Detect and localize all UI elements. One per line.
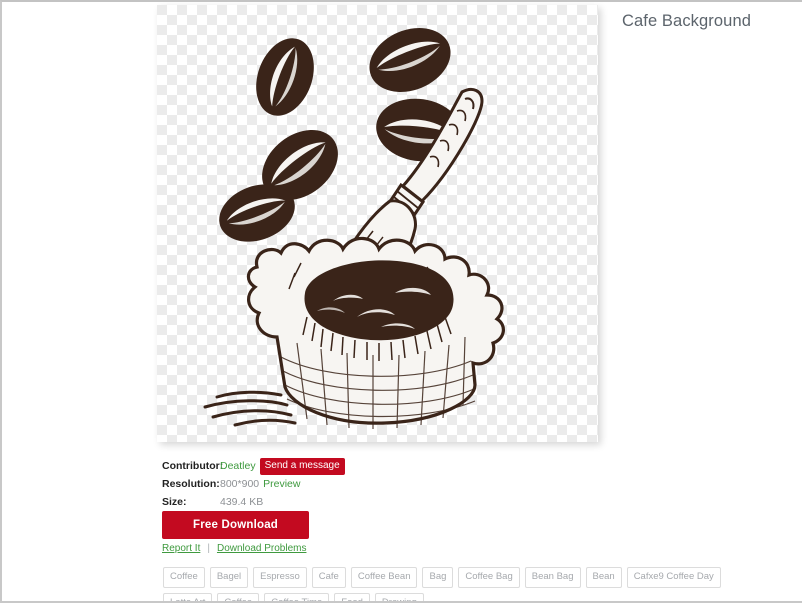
image-preview-panel[interactable]: [157, 5, 598, 442]
metadata-row-contributor: Contributor: Deatley Send a message: [162, 457, 582, 475]
tag-list: Coffee Bagel Espresso Cafe Coffee Bean B…: [163, 567, 763, 601]
resolution-text: 800*900: [220, 478, 260, 490]
tag-item[interactable]: Drawing: [374, 592, 424, 601]
report-it-link[interactable]: Report It: [162, 543, 200, 554]
size-value: 439.4 KB: [220, 496, 264, 508]
coffee-bean-group: [219, 28, 462, 242]
tag-item[interactable]: Food: [334, 592, 370, 601]
tag-item[interactable]: Coffee Time: [264, 592, 330, 601]
tag-item[interactable]: Bean: [585, 567, 622, 588]
link-separator: |: [207, 543, 210, 554]
tag-item[interactable]: Bag: [422, 567, 454, 588]
contributor-value: Deatley Send a message: [220, 457, 345, 475]
size-label: Size:: [162, 496, 187, 508]
resolution-label: Resolution:: [162, 478, 220, 490]
page-viewport: Cafe Background Contributor: Deatley Sen…: [0, 0, 802, 603]
tag-item[interactable]: Coffee Bag: [458, 567, 520, 588]
coffee-sack-illustration: [203, 28, 505, 429]
tag-item[interactable]: Cafe: [311, 567, 346, 588]
tag-item[interactable]: Coffee Bean: [350, 567, 418, 588]
page-title: Cafe Background: [622, 12, 751, 30]
tag-item[interactable]: Cafxe9 Coffee Day: [626, 567, 721, 588]
tag-item[interactable]: Coffee: [163, 567, 205, 588]
tag-item[interactable]: Espresso: [253, 567, 307, 588]
burlap-sack: [203, 236, 505, 429]
contributor-label: Contributor:: [162, 460, 224, 472]
contributor-link[interactable]: Deatley: [220, 460, 256, 472]
metadata-row-resolution: Resolution: 800*900 Preview: [162, 476, 582, 492]
tag-item[interactable]: Coffea: [217, 592, 260, 601]
download-problems-link[interactable]: Download Problems: [217, 543, 307, 554]
free-download-button[interactable]: Free Download: [162, 511, 309, 539]
image-metadata: Contributor: Deatley Send a message Reso…: [162, 457, 582, 512]
metadata-row-size: Size: 439.4 KB: [162, 494, 582, 510]
tag-item[interactable]: Bean Bag: [524, 567, 581, 588]
tag-item[interactable]: Latte Art: [163, 592, 213, 601]
send-message-badge[interactable]: Send a message: [259, 457, 345, 475]
tag-item[interactable]: Bagel: [209, 567, 249, 588]
resolution-value: 800*900 Preview: [220, 478, 300, 490]
secondary-links: Report It | Download Problems: [162, 543, 306, 554]
preview-link[interactable]: Preview: [263, 478, 300, 490]
